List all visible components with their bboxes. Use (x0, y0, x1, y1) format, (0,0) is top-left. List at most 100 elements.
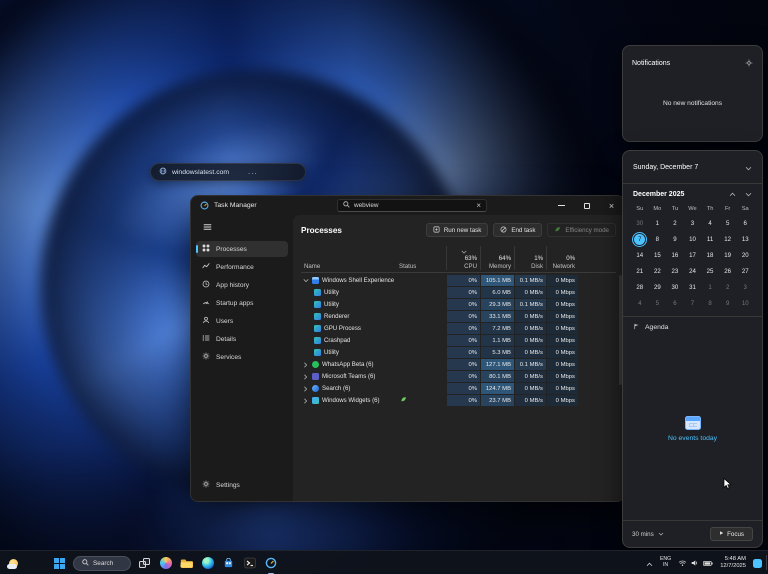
calendar-day[interactable]: 10 (736, 296, 754, 311)
chevron-right-icon[interactable] (302, 398, 309, 404)
calendar-day[interactable]: 31 (684, 280, 702, 295)
taskbar-search[interactable]: Search (73, 556, 131, 571)
task-manager-taskbar-button[interactable] (263, 556, 278, 571)
sidebar-item-app-history[interactable]: App history (196, 277, 288, 293)
calendar-day[interactable]: 16 (666, 248, 684, 263)
notification-badge[interactable] (753, 559, 762, 568)
column-memory[interactable]: 64% Memory (480, 246, 514, 270)
end-task-button[interactable]: End task (493, 223, 542, 237)
column-cpu[interactable]: 63% CPU (446, 246, 480, 270)
calendar-day[interactable]: 3 (736, 280, 754, 295)
chevron-right-icon[interactable] (302, 386, 309, 392)
column-name[interactable]: Name (301, 263, 396, 270)
sidebar-item-startup-apps[interactable]: Startup apps (196, 295, 288, 311)
calendar-day[interactable]: 8 (649, 232, 667, 247)
task-manager-search-input[interactable]: webview × (337, 199, 487, 212)
collapse-chevron-icon[interactable] (745, 158, 752, 176)
calendar-day[interactable]: 1 (649, 216, 667, 231)
copilot-button[interactable] (158, 556, 173, 571)
calendar-day[interactable]: 13 (736, 232, 754, 247)
prev-month-chevron-icon[interactable] (729, 192, 736, 197)
calendar-day[interactable]: 9 (666, 232, 684, 247)
task-view-button[interactable] (137, 556, 152, 571)
chevron-right-icon[interactable] (302, 362, 309, 368)
calendar-day[interactable]: 28 (631, 280, 649, 295)
calendar-day[interactable]: 25 (701, 264, 719, 279)
calendar-day[interactable]: 18 (701, 248, 719, 263)
notification-settings-icon[interactable] (745, 54, 753, 72)
calendar-day[interactable]: 21 (631, 264, 649, 279)
calendar-day[interactable]: 30 (631, 216, 649, 231)
process-row[interactable]: GPU Process 0% 7.2 MB 0 MB/s 0 Mbps (301, 323, 616, 334)
calendar-day[interactable]: 5 (649, 296, 667, 311)
store-button[interactable] (221, 556, 236, 571)
hidden-icons-chevron[interactable] (646, 554, 653, 572)
calendar-day[interactable]: 6 (666, 296, 684, 311)
calendar-day[interactable]: 6 (736, 216, 754, 231)
process-row[interactable]: Utility 0% 5.3 MB 0 MB/s 0 Mbps (301, 347, 616, 358)
watermark-pill[interactable]: windowslatest.com ... (150, 163, 306, 181)
calendar-day[interactable]: 1 (701, 280, 719, 295)
minimize-button[interactable] (549, 196, 574, 215)
process-row[interactable]: Search (6) 0% 124.7 MB 0 MB/s 0 Mbps (301, 383, 616, 394)
calendar-day[interactable]: 10 (684, 232, 702, 247)
clear-search-icon[interactable]: × (476, 202, 481, 210)
calendar-day[interactable]: 2 (719, 280, 737, 295)
column-network[interactable]: 0% Network (546, 246, 578, 270)
calendar-day[interactable]: 22 (649, 264, 667, 279)
close-button[interactable]: × (599, 196, 624, 215)
calendar-day[interactable]: 24 (684, 264, 702, 279)
calendar-day[interactable]: 9 (719, 296, 737, 311)
focus-button[interactable]: Focus (710, 527, 753, 541)
next-month-chevron-icon[interactable] (745, 192, 752, 197)
sidebar-item-performance[interactable]: Performance (196, 259, 288, 275)
process-row[interactable]: WhatsApp Beta (6) 0% 127.1 MB 0.1 MB/s 0… (301, 359, 616, 370)
start-button[interactable] (52, 556, 67, 571)
calendar-day[interactable]: 2 (666, 216, 684, 231)
widgets-button[interactable] (5, 555, 21, 571)
calendar-day[interactable]: 14 (631, 248, 649, 263)
process-row[interactable]: Microsoft Teams (6) 0% 80.1 MB 0 MB/s 0 … (301, 371, 616, 382)
calendar-day[interactable]: 27 (736, 264, 754, 279)
calendar-day[interactable]: 17 (684, 248, 702, 263)
run-new-task-button[interactable]: Run new task (426, 223, 489, 237)
sidebar-item-services[interactable]: Services (196, 349, 288, 365)
sidebar-item-processes[interactable]: Processes (196, 241, 288, 257)
calendar-day[interactable]: 15 (649, 248, 667, 263)
edge-button[interactable] (200, 556, 215, 571)
terminal-button[interactable] (242, 556, 257, 571)
more-icon[interactable]: ... (248, 169, 258, 175)
sidebar-item-users[interactable]: Users (196, 313, 288, 329)
chevron-down-icon[interactable] (302, 278, 309, 283)
calendar-day[interactable]: 4 (701, 216, 719, 231)
maximize-button[interactable] (574, 196, 599, 215)
process-row[interactable]: Windows Widgets (6) 0% 23.7 MB 0 MB/s 0 … (301, 395, 616, 406)
calendar-day[interactable]: 23 (666, 264, 684, 279)
calendar-day[interactable]: 26 (719, 264, 737, 279)
calendar-day[interactable]: 12 (719, 232, 737, 247)
calendar-day[interactable]: 4 (631, 296, 649, 311)
calendar-day[interactable]: 5 (719, 216, 737, 231)
focus-duration-dropdown[interactable]: 30 mins (632, 531, 664, 538)
language-indicator[interactable]: ENG IN (660, 557, 671, 569)
menu-icon[interactable] (196, 220, 288, 234)
title-bar[interactable]: Task Manager webview × × (191, 196, 624, 215)
quick-settings[interactable] (678, 554, 713, 572)
calendar-day[interactable]: 19 (719, 248, 737, 263)
process-row[interactable]: Renderer 0% 33.1 MB 0 MB/s 0 Mbps (301, 311, 616, 322)
calendar-day[interactable]: 7 (684, 296, 702, 311)
column-disk[interactable]: 1% Disk (514, 246, 546, 270)
clock[interactable]: 5:48 AM 12/7/2025 (720, 556, 746, 570)
calendar-day[interactable]: 3 (684, 216, 702, 231)
calendar-day[interactable]: 29 (649, 280, 667, 295)
efficiency-mode-button[interactable]: Efficiency mode (547, 223, 616, 237)
calendar-day[interactable]: 20 (736, 248, 754, 263)
process-row[interactable]: Crashpad 0% 1.1 MB 0 MB/s 0 Mbps (301, 335, 616, 346)
calendar-day-selected[interactable]: 7 (631, 232, 649, 247)
column-status[interactable]: Status (396, 263, 446, 270)
file-explorer-button[interactable] (179, 556, 194, 571)
sidebar-item-settings[interactable]: Settings (196, 477, 288, 493)
calendar-day[interactable]: 8 (701, 296, 719, 311)
calendar-day[interactable]: 30 (666, 280, 684, 295)
process-row[interactable]: Windows Shell Experience Ho... 0% 105.1 … (301, 275, 616, 286)
